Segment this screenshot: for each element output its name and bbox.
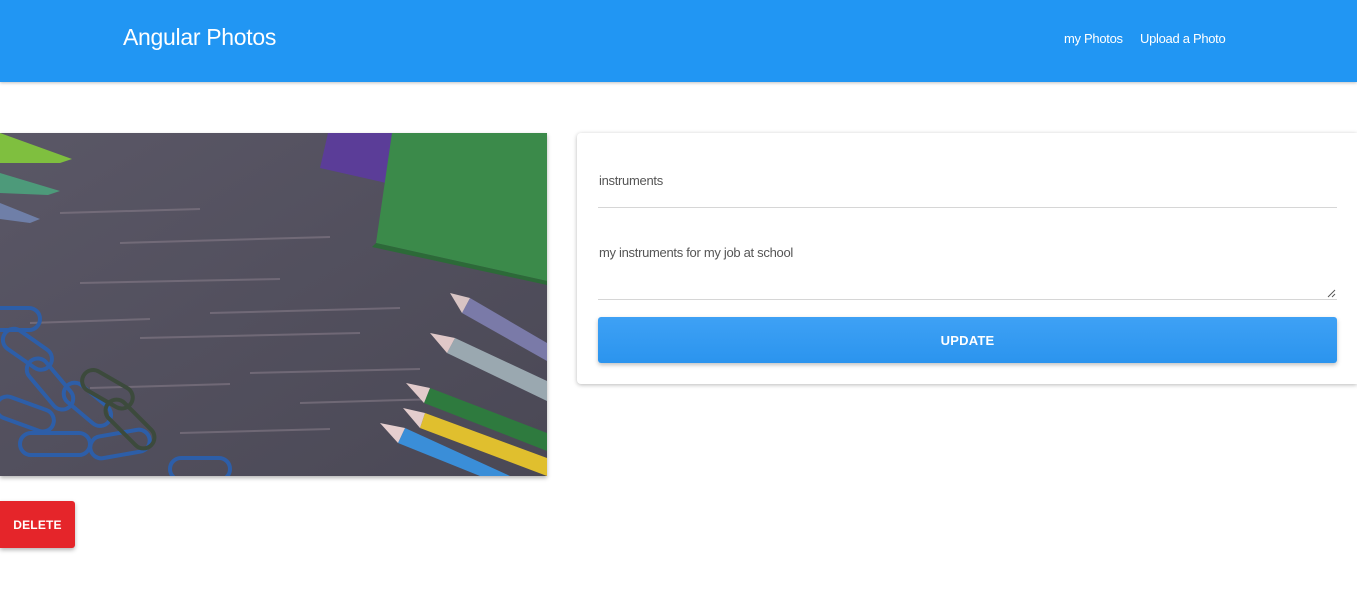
update-button[interactable]: UPDATE — [598, 317, 1337, 363]
resize-grip-icon[interactable] — [1327, 289, 1336, 298]
delete-button[interactable]: DELETE — [0, 501, 75, 548]
nav-link-upload-photo[interactable]: Upload a Photo — [1140, 31, 1226, 46]
description-field[interactable]: my instruments for my job at school — [598, 239, 1337, 300]
nav-link-my-photos[interactable]: my Photos — [1064, 31, 1123, 46]
edit-photo-card: instruments my instruments for my job at… — [577, 133, 1357, 384]
description-text: my instruments for my job at school — [599, 245, 793, 260]
brand-title[interactable]: Angular Photos — [123, 24, 276, 51]
title-field[interactable]: instruments — [598, 165, 1337, 208]
top-navbar: Angular Photos my Photos Upload a Photo — [0, 0, 1357, 82]
photo-image — [0, 133, 547, 476]
